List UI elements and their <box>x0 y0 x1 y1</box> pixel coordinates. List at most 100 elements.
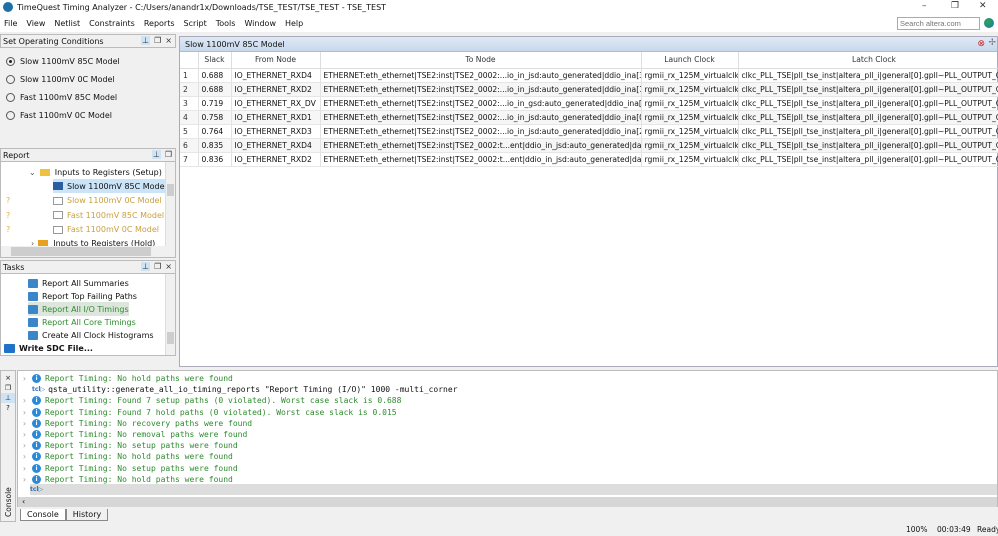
console-line: › i Report Timing: No hold paths were foun… <box>18 451 233 462</box>
task-item[interactable]: Create All Clock Histograms <box>28 328 154 342</box>
menu-window[interactable]: Window <box>244 19 276 28</box>
console-line: › i Report Timing: Found 7 hold paths (0 v… <box>18 407 397 418</box>
write-sdc-task[interactable]: Write SDC File... <box>4 341 93 355</box>
close-icon[interactable]: × <box>165 36 172 45</box>
column-header[interactable]: To Node <box>320 52 642 69</box>
tree-label: Slow 1100mV 0C Model <box>67 196 162 205</box>
condition-radio[interactable]: Slow 1100mV 85C Model <box>0 52 176 70</box>
search-input[interactable] <box>897 17 980 30</box>
stop-icon[interactable]: ⊗ <box>977 39 985 49</box>
radio-button-icon[interactable] <box>6 74 15 84</box>
info-icon: i <box>32 430 41 439</box>
task-item[interactable]: Report All Core Timings <box>28 315 136 329</box>
console-line: › i Report Timing: No hold paths were foun… <box>18 373 233 384</box>
table-row[interactable]: 4 0.758 IO_ETHERNET_RXD1 ETHERNET:eth_ether… <box>180 110 998 125</box>
expand-chevron-icon[interactable]: › <box>22 396 32 405</box>
expand-chevron-icon[interactable]: › <box>22 475 32 484</box>
menu-script[interactable]: Script <box>184 19 207 28</box>
table-row[interactable]: 1 0.688 IO_ETHERNET_RXD4 ETHERNET:eth_ether… <box>180 68 998 83</box>
report-tree: ⌄ Inputs to Registers (Setup) Slow 1100mV… <box>0 162 176 258</box>
condition-radio[interactable]: Fast 1100mV 85C Model <box>0 88 176 106</box>
column-header[interactable] <box>180 52 199 69</box>
expand-chevron-icon[interactable]: › <box>22 441 32 450</box>
expand-chevron-icon[interactable]: › <box>22 374 32 383</box>
menu-help[interactable]: Help <box>285 19 303 28</box>
tree-item-report[interactable]: Fast 1100mV 0C Model <box>53 223 159 237</box>
from-node-cell: IO_ETHERNET_RXD2 <box>231 152 321 167</box>
tab-history[interactable]: History <box>65 509 109 521</box>
launch-clock-cell: rgmii_rx_125M_virtualclk <box>641 110 739 125</box>
menu-view[interactable]: View <box>26 19 45 28</box>
expand-chevron-icon[interactable]: › <box>22 419 32 428</box>
float-icon[interactable]: ❐ <box>154 36 161 45</box>
table-row[interactable]: 6 0.835 IO_ETHERNET_RXD4 ETHERNET:eth_ether… <box>180 138 998 153</box>
condition-radio[interactable]: Slow 1100mV 0C Model <box>0 70 176 88</box>
tree-item-report[interactable]: Slow 1100mV 0C Model <box>53 194 162 208</box>
help-icon[interactable]: ? <box>1 403 15 413</box>
expand-chevron-icon[interactable]: › <box>22 430 32 439</box>
expand-chevron-icon[interactable]: › <box>22 464 32 473</box>
task-icon <box>28 330 38 340</box>
console-text: Report Timing: No hold paths were found <box>45 374 233 383</box>
pin-icon[interactable]: ✢ <box>988 38 996 48</box>
vertical-scrollbar[interactable] <box>165 162 175 246</box>
column-header[interactable]: Launch Clock <box>641 52 739 69</box>
console-text: Report Timing: Found 7 setup paths (0 vi… <box>45 396 402 406</box>
to-node-cell: ETHERNET:eth_ethernet|TSE2:inst|TSE2_000… <box>320 124 642 139</box>
horizontal-scrollbar[interactable]: ‹ <box>18 497 997 507</box>
column-header[interactable]: Latch Clock <box>738 52 998 69</box>
minimize-button[interactable]: – <box>922 1 927 11</box>
menu-netlist[interactable]: Netlist <box>54 19 80 28</box>
condition-radio[interactable]: Fast 1100mV 0C Model <box>0 106 176 124</box>
tree-label: Fast 1100mV 0C Model <box>67 225 160 234</box>
info-icon: i <box>32 418 41 428</box>
tree-item-report[interactable]: Fast 1100mV 85C Model <box>53 208 164 222</box>
table-row[interactable]: 2 0.688 IO_ETHERNET_RXD2 ETHERNET:eth_ether… <box>180 82 998 97</box>
sdc-icon <box>4 343 15 353</box>
table-row[interactable]: 5 0.764 IO_ETHERNET_RXD3 ETHERNET:eth_ether… <box>180 124 998 139</box>
radio-button-icon[interactable] <box>6 92 15 102</box>
row-number: 5 <box>180 124 199 139</box>
menu-tools[interactable]: Tools <box>216 19 236 28</box>
pin-icon[interactable]: ⊥ <box>1 393 15 403</box>
expand-chevron-icon[interactable]: › <box>22 452 32 461</box>
pin-icon[interactable]: ⊥ <box>141 36 151 45</box>
to-node-cell: ETHERNET:eth_ethernet|TSE2:inst|TSE2_000… <box>320 152 642 167</box>
latch-clock-cell: clkc_PLL_TSE|pll_tse_inst|altera_pll_i|g… <box>738 124 998 139</box>
horizontal-scrollbar[interactable] <box>1 246 175 257</box>
vertical-scrollbar[interactable] <box>165 274 175 355</box>
launch-clock-cell: rgmii_rx_125M_virtualclk <box>641 138 739 153</box>
menu-reports[interactable]: Reports <box>144 19 175 28</box>
task-item[interactable]: Report Top Failing Paths <box>28 289 137 303</box>
float-icon[interactable]: ❐ <box>154 262 161 271</box>
expand-chevron-icon[interactable]: › <box>22 408 32 417</box>
task-item[interactable]: Report All Summaries <box>28 276 129 290</box>
table-row[interactable]: 7 0.836 IO_ETHERNET_RXD2 ETHERNET:eth_ether… <box>180 152 998 167</box>
menu-file[interactable]: File <box>4 19 17 28</box>
radio-button-icon[interactable] <box>6 56 15 66</box>
pin-icon[interactable]: ⊥ <box>141 262 151 271</box>
maximize-button[interactable]: ❐ <box>951 1 959 11</box>
tree-label: Fast 1100mV 85C Model <box>67 210 165 220</box>
slack-cell: 0.764 <box>198 124 232 139</box>
tree-folder-setup[interactable]: ⌄ Inputs to Registers (Setup) <box>29 165 162 179</box>
close-button[interactable]: ✕ <box>979 1 987 11</box>
radio-button-icon[interactable] <box>6 110 15 120</box>
tree-item-report[interactable]: Slow 1100mV 85C Model <box>53 179 170 193</box>
column-header[interactable]: From Node <box>231 52 321 69</box>
from-node-cell: IO_ETHERNET_RXD2 <box>231 82 321 97</box>
column-header[interactable]: Slack <box>198 52 232 69</box>
close-icon[interactable]: × <box>165 262 172 271</box>
tab-console[interactable]: Console <box>20 509 66 521</box>
title-bar: TimeQuest Timing Analyzer - C:/Users/ana… <box>0 0 998 14</box>
tcl-input[interactable]: tcl▷ <box>30 484 997 495</box>
menu-constraints[interactable]: Constraints <box>89 19 135 28</box>
close-icon[interactable]: × <box>1 373 15 383</box>
table-row[interactable]: 3 0.719 IO_ETHERNET_RX_DV ETHERNET:eth_ethe… <box>180 96 998 111</box>
float-icon[interactable]: ❐ <box>1 383 15 393</box>
float-icon[interactable]: ❐ <box>165 150 172 159</box>
task-item[interactable]: Report All I/O Timings <box>28 302 129 316</box>
pin-icon[interactable]: ⊥ <box>151 150 161 159</box>
globe-icon[interactable] <box>984 18 994 28</box>
status-text: Ready <box>977 525 998 534</box>
